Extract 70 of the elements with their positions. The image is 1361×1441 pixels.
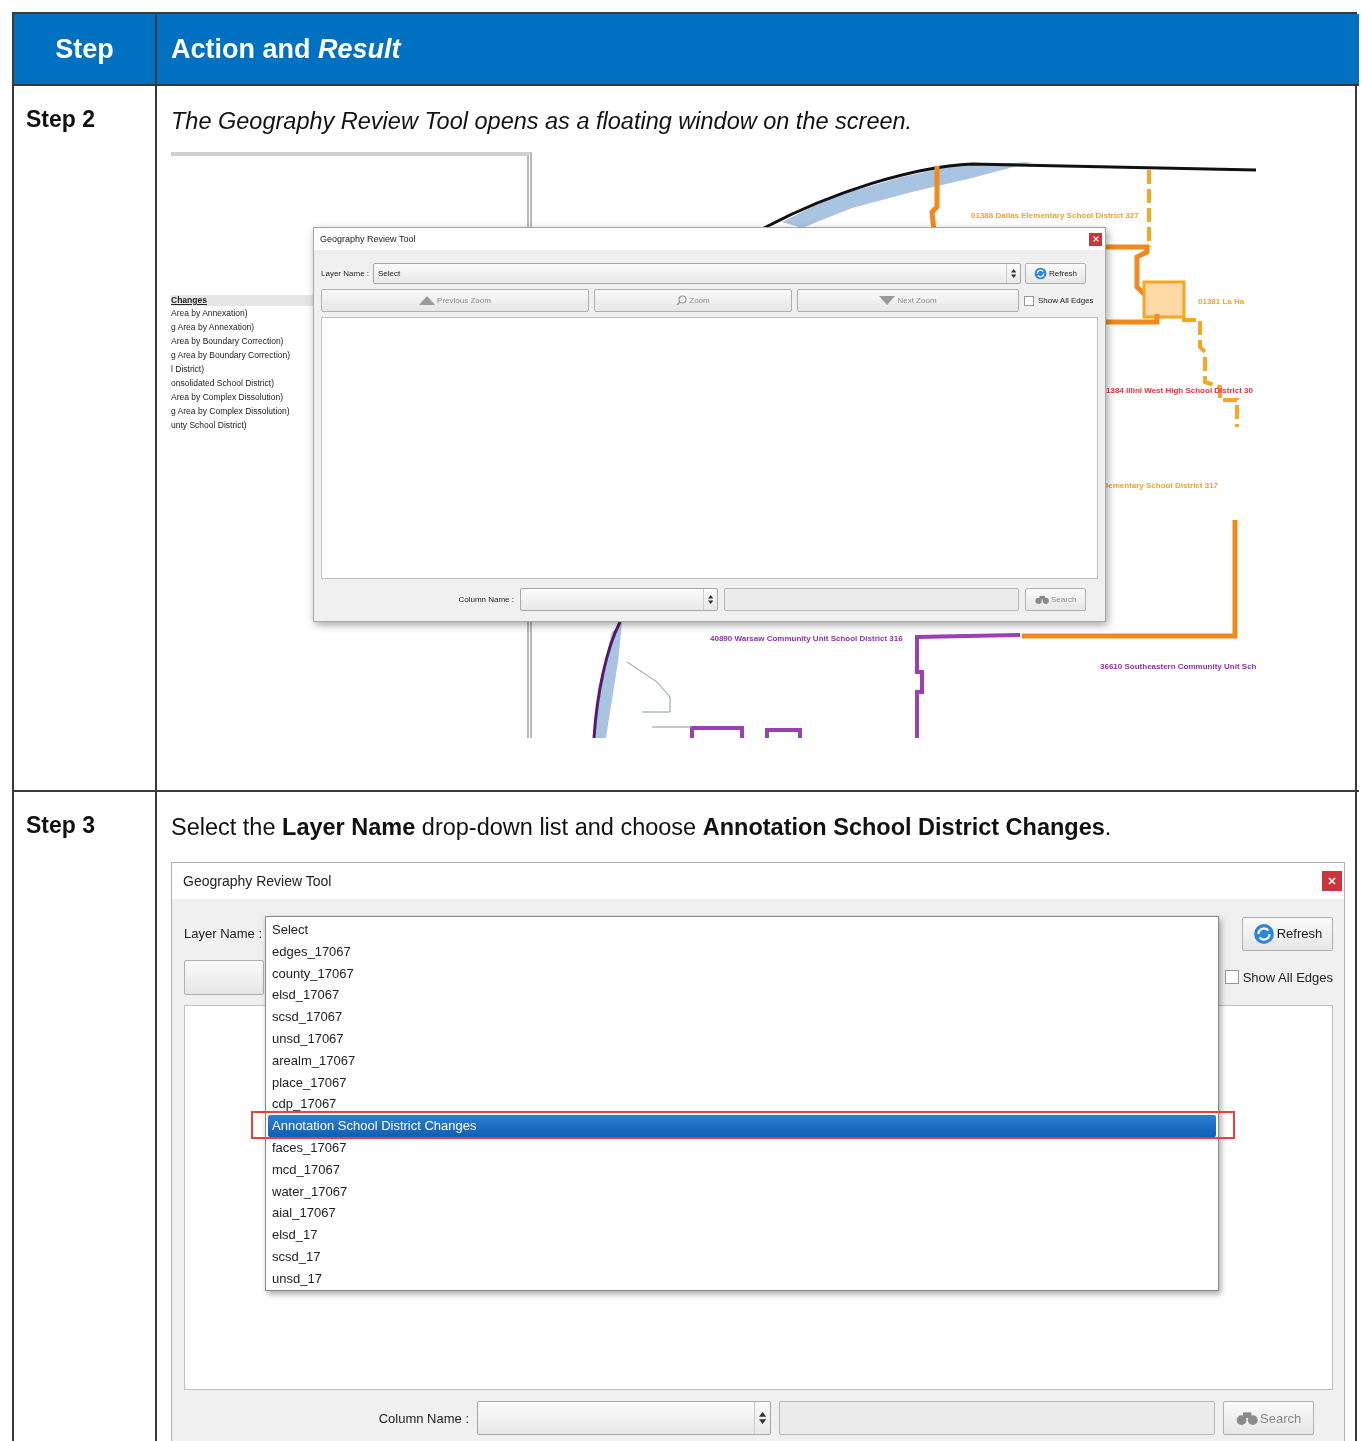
field-label: Column Name : bbox=[377, 1410, 469, 1426]
legend-item: g Area by Complex Dissolution) bbox=[171, 405, 291, 418]
refresh-icon bbox=[1034, 267, 1047, 280]
close-button[interactable] bbox=[1322, 871, 1342, 891]
legend-item: g Area by Annexation) bbox=[171, 321, 256, 334]
dropdown-option[interactable]: water_17067 bbox=[268, 1180, 1216, 1203]
dropdown-option[interactable]: elsd_17067 bbox=[268, 984, 1216, 1007]
field-label: Layer Name : bbox=[184, 926, 263, 941]
dropdown-option[interactable]: mcd_17067 bbox=[268, 1158, 1216, 1181]
show-all-edges-checkbox[interactable]: Show All Edges bbox=[1224, 969, 1333, 985]
map-label: 36610 Southeastern Community Unit Sch bbox=[1100, 662, 1257, 671]
dropdown-option[interactable]: aial_17067 bbox=[268, 1202, 1216, 1225]
refresh-button[interactable]: Refresh bbox=[1025, 263, 1087, 284]
window-title: Geography Review Tool bbox=[183, 873, 332, 889]
zoom-button[interactable] bbox=[184, 959, 264, 995]
map-label: 01381 La Ha bbox=[1198, 297, 1245, 306]
close-icon bbox=[1091, 235, 1100, 243]
dropdown-option[interactable]: cdp_17067 bbox=[268, 1093, 1216, 1116]
dropdown-option[interactable]: edges_17067 bbox=[268, 940, 1216, 963]
dropdown-option[interactable]: scsd_17067 bbox=[268, 1006, 1216, 1028]
map-label: 01388 Dallas Elementary School District 327 bbox=[971, 211, 1139, 220]
field-label: Column Name : bbox=[457, 595, 514, 604]
legend-item: g Area by Boundary Correction) bbox=[171, 349, 292, 362]
legend-item: unty School District) bbox=[171, 419, 248, 432]
legend-heading: Changes bbox=[171, 295, 313, 306]
dropdown-option[interactable]: elsd_17 bbox=[268, 1224, 1216, 1246]
map-label: lementary School District 317 bbox=[1106, 481, 1219, 490]
spinner-arrows-icon bbox=[758, 1412, 766, 1424]
layer-name-dropdown[interactable]: Select bbox=[373, 263, 1022, 284]
checkbox[interactable] bbox=[1024, 295, 1034, 306]
legend-item: Area by Annexation) bbox=[171, 307, 249, 320]
dropdown-option[interactable]: scsd_17 bbox=[268, 1245, 1216, 1268]
close-button[interactable] bbox=[1089, 232, 1102, 246]
step-label: Step 2 bbox=[26, 106, 96, 132]
triangle-down-icon bbox=[879, 296, 896, 305]
column-name-dropdown[interactable] bbox=[520, 588, 718, 611]
legend-item: Area by Complex Dissolution) bbox=[171, 391, 284, 404]
search-icon bbox=[676, 295, 688, 306]
show-all-edges-checkbox[interactable]: Show All Edges bbox=[1024, 295, 1094, 306]
window-title: Geography Review Tool bbox=[320, 234, 416, 244]
dropdown-option[interactable]: county_17067 bbox=[268, 962, 1216, 985]
triangle-up-icon bbox=[419, 296, 436, 305]
dropdown-option[interactable]: arealm_17067 bbox=[268, 1049, 1216, 1072]
close-icon bbox=[1327, 876, 1337, 886]
refresh-button[interactable]: Refresh bbox=[1242, 916, 1333, 951]
dropdown-option[interactable]: unsd_17 bbox=[268, 1267, 1216, 1290]
legend-item: l District) bbox=[171, 363, 206, 376]
legend-item: onsolidated School District) bbox=[171, 377, 275, 390]
search-field[interactable] bbox=[779, 1401, 1215, 1435]
column-header: Action and Result bbox=[171, 33, 401, 65]
refresh-icon bbox=[1252, 922, 1275, 945]
column-name-dropdown[interactable] bbox=[477, 1401, 771, 1435]
dropdown-option[interactable]: Annotation School District Changes bbox=[268, 1115, 1216, 1137]
field-label: Layer Name : bbox=[321, 269, 370, 278]
binoculars-icon bbox=[1235, 1411, 1259, 1425]
binoculars-icon bbox=[1034, 595, 1049, 604]
search-field[interactable] bbox=[724, 588, 1019, 611]
checkbox[interactable] bbox=[1224, 970, 1239, 984]
column-header: Step bbox=[55, 33, 114, 65]
dropdown-option[interactable]: faces_17067 bbox=[268, 1136, 1216, 1159]
spinner-arrows-icon bbox=[707, 595, 713, 604]
instruction-text: The Geography Review Tool opens as a floating window on the screen. bbox=[171, 107, 914, 136]
dropdown-option[interactable]: unsd_17067 bbox=[268, 1028, 1216, 1050]
instruction-text: Select the Layer Name drop-down list and choose Annotation School District Changes. bbox=[171, 813, 1113, 842]
legend-item: Area by Boundary Correction) bbox=[171, 335, 285, 348]
dropdown-option[interactable]: place_17067 bbox=[268, 1071, 1216, 1094]
step-label: Step 3 bbox=[26, 812, 96, 838]
map-label: 40890 Warsaw Community Unit School District 316 bbox=[710, 634, 903, 643]
spinner-arrows-icon bbox=[1010, 269, 1017, 278]
dropdown-option[interactable]: Select bbox=[268, 919, 1216, 941]
